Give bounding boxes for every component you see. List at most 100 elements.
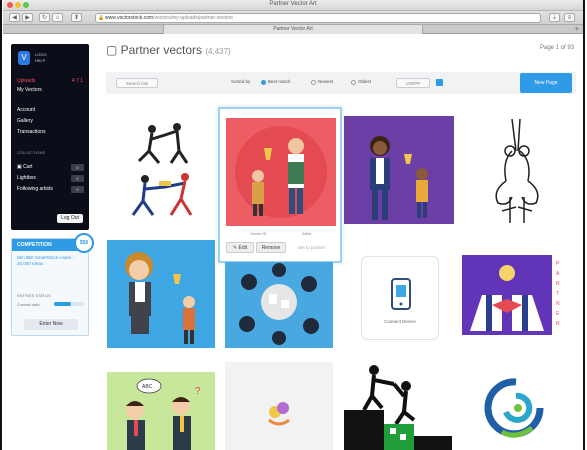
logout-button[interactable]: Log Out xyxy=(57,214,83,223)
climbing-help-tile[interactable] xyxy=(344,362,452,450)
yoga-partners-illustration xyxy=(495,118,539,223)
teamwork-top-view-illustration xyxy=(239,263,319,345)
url-host: www.vectorstock.com xyxy=(105,15,154,21)
radio-best-match[interactable] xyxy=(261,80,266,85)
sidebar-item-lightbox[interactable]: Lightbox xyxy=(17,175,36,181)
svg-text:T: T xyxy=(556,291,559,297)
following-count: 0 xyxy=(71,186,84,193)
home-button[interactable]: ⌂ xyxy=(52,13,63,22)
page-count: (4,437) xyxy=(205,47,231,56)
window-title: Partner Vector Art xyxy=(269,1,317,7)
tab-active[interactable]: Partner Vector Art xyxy=(163,25,423,34)
businesswoman-idea-illustration xyxy=(125,252,195,344)
smartphone-icon xyxy=(391,278,411,310)
competition-progress-fill xyxy=(54,302,71,306)
phone-app-tile[interactable]: Connect Device xyxy=(344,240,452,348)
sidebar: V LOGO HELP Uploads 4 7 1 My Vectors Acc… xyxy=(11,44,89,230)
forward-button[interactable]: ▶ xyxy=(22,13,33,22)
business-partners-chat-tile[interactable]: ABC ? xyxy=(107,372,215,450)
downloads-button[interactable]: ⇣ xyxy=(549,13,560,22)
search-input[interactable]: Search title xyxy=(116,78,158,88)
sidebar-user-line2: HELP xyxy=(35,58,46,63)
woman-trophy-tile[interactable] xyxy=(344,116,454,224)
dancing-couple-tile[interactable] xyxy=(107,111,219,229)
browser-toolbar: ◀ ▶ ↻ ⌂ ⬆ 🔒 www.vectorstock.com/vectors/… xyxy=(3,11,583,25)
sidebar-item-my-vectors[interactable]: My Vectors xyxy=(17,87,42,93)
phone-app-card: Connect Device xyxy=(361,256,439,340)
back-button[interactable]: ◀ xyxy=(9,13,20,22)
progress-label: Contest date xyxy=(17,302,40,307)
svg-text:R: R xyxy=(556,281,560,287)
radio-oldest[interactable] xyxy=(351,80,356,85)
handshake-idea-illustration: P A R T N E R xyxy=(462,255,560,335)
woman-trophy-illustration xyxy=(370,136,428,220)
filter-bar: Search title Sorted by Best match Newest… xyxy=(106,72,576,94)
sidebar-user: LOGO HELP xyxy=(35,52,47,64)
per-page-select[interactable]: 100/PP xyxy=(396,78,430,88)
partner-trophy-svg xyxy=(235,126,327,218)
hands-logo-tile[interactable] xyxy=(225,362,333,450)
vector-id-label: Vector ID xyxy=(250,231,267,236)
url-path: /vectors/my-uploads/partner-vectors xyxy=(153,15,233,21)
businesswoman-idea-tile[interactable] xyxy=(107,240,215,348)
yoga-partners-tile[interactable] xyxy=(462,111,574,229)
sidebar-item-uploads[interactable]: Uploads xyxy=(17,78,35,84)
sidebar-item-label: Cart xyxy=(23,164,33,170)
svg-text:?: ? xyxy=(195,386,201,397)
sidebar-item-gallery[interactable]: Gallery xyxy=(17,118,33,124)
chat-bubble-text: ABC xyxy=(142,384,153,390)
edit-button-label: Edit xyxy=(238,245,248,251)
reload-button[interactable]: ↻ xyxy=(39,13,50,22)
sidebar-section-label: COLLECTIONS xyxy=(17,150,46,155)
share-button[interactable]: ⬆ xyxy=(71,13,82,22)
business-partners-chat-illustration: ABC ? xyxy=(126,378,201,450)
tab-bar: Partner Vector Art + xyxy=(3,25,583,34)
grid-icon: ▢ xyxy=(106,43,121,57)
pagination[interactable]: Page 1 of 93 xyxy=(540,45,574,51)
artist-label: Artist xyxy=(302,231,312,236)
phone-app-caption: Connect Device xyxy=(384,319,416,324)
set-partner-link[interactable]: Set to partner xyxy=(298,245,325,250)
cart-count: 0 xyxy=(71,164,84,171)
svg-text:R: R xyxy=(556,321,560,327)
sidebar-item-cart[interactable]: ▣ Cart xyxy=(17,164,33,170)
edit-button[interactable]: ✎ Edit xyxy=(226,242,254,253)
radio-newest-label: Newest xyxy=(318,79,334,84)
lightbox-count: 0 xyxy=(71,175,84,182)
grid-view-icon[interactable] xyxy=(436,79,443,86)
page-title-text: Partner vectors xyxy=(120,43,203,57)
radio-oldest-label: Oldest xyxy=(358,79,372,84)
extensions-button[interactable]: ≡ xyxy=(564,13,575,22)
competition-progress-bar xyxy=(54,302,84,306)
page-title: ▢ Partner vectors (4,437) xyxy=(106,43,231,57)
sidebar-item-label: Uploads xyxy=(17,78,36,84)
svg-text:P: P xyxy=(556,261,560,267)
competition-title: COMPETITION xyxy=(17,242,52,248)
enter-now-button[interactable]: Enter Now xyxy=(24,319,78,330)
swirl-logo-illustration xyxy=(484,378,544,438)
svg-text:A: A xyxy=(556,271,560,277)
uploads-count: 4 7 1 xyxy=(71,78,83,84)
competition-prize[interactable]: Win $50 SmartStock codes - 20,000 Ideas xyxy=(17,255,85,267)
swirl-logo-tile[interactable] xyxy=(462,362,570,450)
radio-best-match-label: Best match xyxy=(268,79,291,84)
dancing-couple-illustration xyxy=(131,123,193,216)
hands-logo-illustration xyxy=(268,402,290,426)
handshake-idea-tile[interactable]: P A R T N E R xyxy=(462,255,570,335)
brand-logo-icon[interactable]: V xyxy=(18,51,30,65)
sidebar-item-following[interactable]: Following artists xyxy=(17,186,53,192)
new-page-button[interactable]: New Page xyxy=(520,73,572,93)
new-tab-button[interactable]: + xyxy=(575,25,579,34)
teamwork-top-view-tile[interactable] xyxy=(225,262,333,348)
sidebar-item-transactions[interactable]: Transactions xyxy=(17,129,45,135)
svg-text:N: N xyxy=(556,301,560,307)
partner-trophy-tile[interactable]: Vector ID Artist ✎ Edit Remove Set to pa… xyxy=(218,107,342,263)
address-bar[interactable]: 🔒 www.vectorstock.com/vectors/my-uploads… xyxy=(95,13,541,23)
remove-button[interactable]: Remove xyxy=(256,242,286,253)
lock-icon: 🔒 xyxy=(98,15,105,21)
sort-label: Sorted by xyxy=(231,79,251,84)
competition-badge: $50 xyxy=(74,233,94,253)
svg-text:E: E xyxy=(556,311,560,317)
sidebar-item-account[interactable]: Account xyxy=(17,107,35,113)
radio-newest[interactable] xyxy=(311,80,316,85)
